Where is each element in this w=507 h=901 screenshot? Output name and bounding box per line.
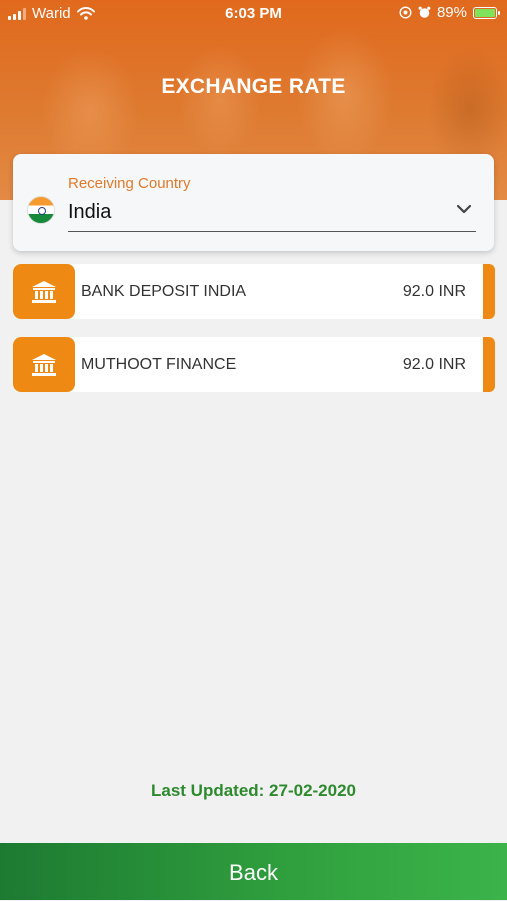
last-updated-text: Last Updated: 27-02-2020 (150, 781, 357, 800)
country-selector[interactable]: Receiving Country India (13, 154, 494, 251)
rate-row-accent (483, 337, 495, 392)
india-flag-icon (27, 196, 55, 224)
rate-row-muthoot-finance[interactable]: MUTHOOT FINANCE 92.0 INR (13, 337, 495, 392)
status-bar: Warid 6:03 PM 89% (0, 0, 507, 28)
rate-value: 92.0 INR (402, 283, 466, 300)
orientation-lock-icon (399, 6, 412, 19)
battery-percent: 89% (436, 4, 467, 21)
page-title: EXCHANGE RATE (161, 75, 346, 98)
bank-icon-box (13, 337, 75, 392)
rate-row-accent (483, 264, 495, 319)
rate-name: BANK DEPOSIT INDIA (81, 283, 247, 300)
rate-value: 92.0 INR (402, 356, 466, 373)
bank-icon-box (13, 264, 75, 319)
country-field-value[interactable]: India (68, 201, 111, 224)
back-button[interactable]: Back (0, 843, 507, 900)
country-field-underline (68, 231, 476, 232)
battery-icon (473, 6, 500, 19)
bank-icon (32, 281, 56, 303)
status-right: 89% (399, 4, 500, 21)
country-field-label: Receiving Country (68, 175, 191, 192)
rate-row-bank-deposit-india[interactable]: BANK DEPOSIT INDIA 92.0 INR (13, 264, 495, 319)
alarm-icon (418, 6, 431, 18)
bank-icon (32, 354, 56, 376)
chevron-down-icon[interactable] (455, 202, 473, 216)
rate-name: MUTHOOT FINANCE (81, 356, 237, 373)
